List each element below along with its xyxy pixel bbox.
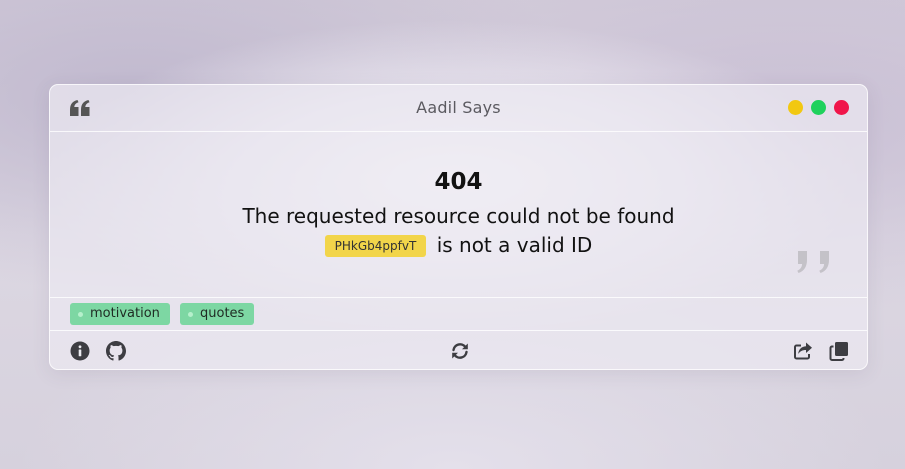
share-icon[interactable] [793,341,813,361]
error-id-suffix: is not a valid ID [436,233,593,257]
error-code: 404 [434,169,483,195]
error-id-line: PHkGb4ppfvT is not a valid ID [50,233,867,258]
info-icon[interactable] [70,341,90,361]
quote-close-icon [796,249,838,279]
close-button[interactable] [834,100,849,115]
window-controls [788,100,849,115]
copy-icon[interactable] [829,341,849,361]
minimize-button[interactable] [788,100,803,115]
tag-list: motivation quotes [50,298,867,331]
invalid-id-badge: PHkGb4ppfvT [324,234,427,257]
footer-toolbar [50,331,867,371]
quote-content: 404 The requested resource could not be … [50,132,867,298]
tag-quotes[interactable]: quotes [180,303,255,325]
quote-card: Aadil Says 404 The requested resource co… [49,84,868,370]
refresh-icon[interactable] [450,341,470,361]
title-bar: Aadil Says [50,85,867,132]
maximize-button[interactable] [811,100,826,115]
tag-motivation[interactable]: motivation [70,303,170,325]
github-icon[interactable] [106,341,126,361]
window-title: Aadil Says [416,98,501,117]
error-message: The requested resource could not be foun… [242,204,675,228]
